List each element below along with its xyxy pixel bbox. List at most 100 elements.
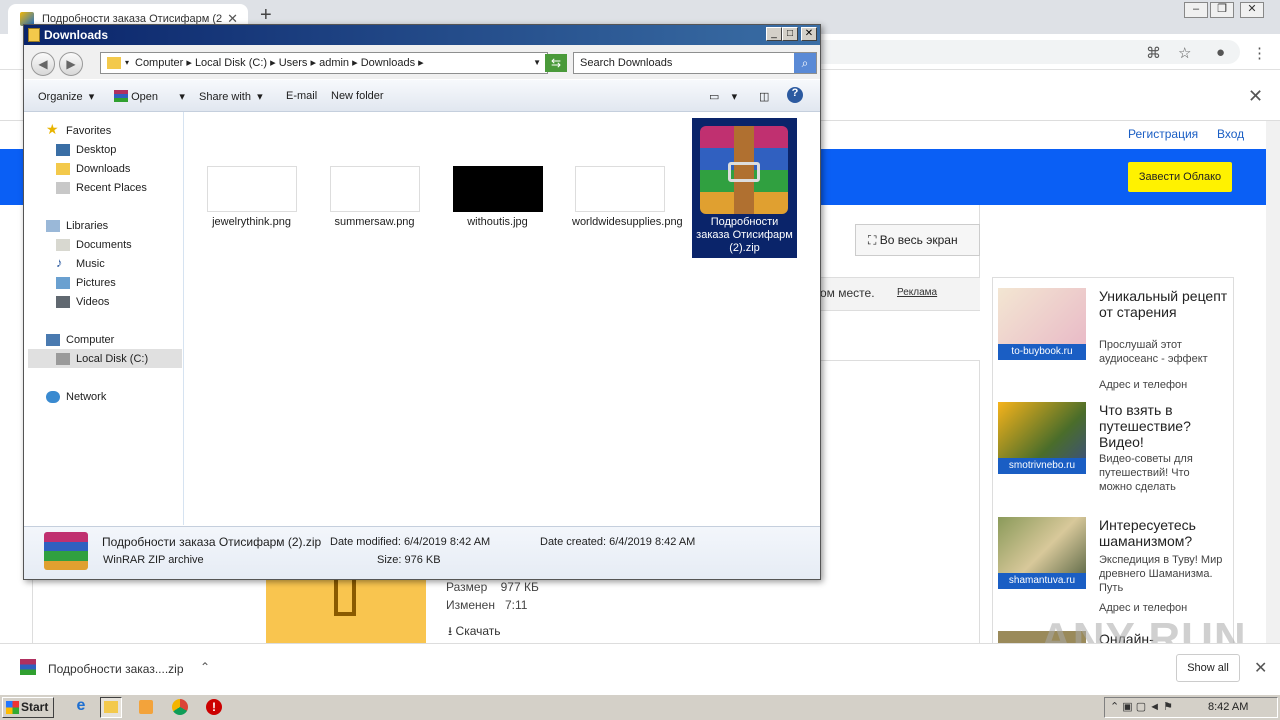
create-cloud-button[interactable]: Завести Облако	[1128, 162, 1232, 192]
refresh-icon[interactable]: ⇆	[545, 54, 567, 72]
view-options-icon[interactable]: ▭ ▾	[709, 90, 737, 103]
ad-description: Экспедиция в Туву! Мир древнего Шаманизм…	[1099, 554, 1223, 594]
close-button[interactable]: ✕	[1240, 2, 1264, 18]
network-icon	[46, 391, 60, 403]
address-breadcrumb[interactable]: ▾ Computer ▸ Local Disk (C:) ▸ Users ▸ a…	[100, 52, 548, 74]
crumb-localdisk[interactable]: Local Disk (C:)	[195, 57, 267, 69]
chevron-icon: ▾	[125, 58, 130, 67]
computer-icon	[46, 334, 60, 346]
ad-label-link[interactable]: Реклама	[897, 287, 937, 298]
ie-icon[interactable]: e	[70, 697, 92, 718]
nav-videos[interactable]: Videos	[76, 296, 109, 308]
infobar-close-icon[interactable]: ✕	[1248, 86, 1263, 107]
zip-file-icon	[266, 580, 426, 644]
modified-label: Изменен	[446, 598, 495, 612]
expand-icon: ⛶	[868, 233, 880, 247]
image-thumbnail	[329, 166, 420, 212]
chevron-up-icon[interactable]: ⌃	[200, 660, 210, 674]
search-placeholder: Search Downloads	[580, 57, 673, 69]
organize-menu[interactable]: Organize ▾	[38, 90, 94, 103]
file-name: withoutis.jpg	[467, 216, 528, 228]
nav-local-disk[interactable]: Local Disk (C:)	[76, 353, 148, 365]
file-item[interactable]: worldwidesupplies.png	[572, 166, 683, 229]
nav-downloads[interactable]: Downloads	[76, 163, 130, 175]
tray-icons[interactable]: ⌃ ▣ ▢ ◄ ⚑	[1110, 700, 1173, 713]
explorer-titlebar[interactable]: Downloads	[24, 25, 820, 45]
clock: 8:42 AM	[1208, 701, 1249, 713]
nav-music[interactable]: Music	[76, 258, 105, 270]
page-scrollbar[interactable]	[1266, 121, 1280, 643]
explorer-taskbar-button[interactable]	[100, 697, 122, 718]
explorer-close-button[interactable]: ✕	[801, 27, 817, 41]
shelf-close-icon[interactable]: ✕	[1254, 658, 1267, 678]
explorer-minimize-button[interactable]: _	[766, 27, 782, 41]
ad-source: shamantuva.ru	[998, 573, 1086, 589]
image-thumbnail	[575, 166, 665, 212]
explorer-maximize-button[interactable]: □	[782, 27, 798, 41]
ad-item[interactable]: shamantuva.ru Интересуетесь шаманизмом? …	[998, 517, 1228, 627]
ad-item[interactable]: smotrivnebo.ru Что взять в путешествие? …	[998, 402, 1228, 512]
profile-icon[interactable]: ●	[1216, 44, 1225, 61]
crumb-admin[interactable]: admin	[319, 57, 349, 69]
winrar-archive-icon	[700, 126, 788, 214]
download-link[interactable]: ⭳ Скачать	[448, 622, 501, 643]
disk-icon	[56, 353, 70, 365]
image-thumbnail	[452, 166, 543, 212]
open-menu[interactable]: Open ▾	[114, 90, 185, 103]
nav-network[interactable]: Network	[66, 391, 106, 403]
nav-recent-places[interactable]: Recent Places	[76, 182, 147, 194]
stop-icon[interactable]: !	[204, 697, 226, 718]
search-icon[interactable]: ⌕	[794, 53, 816, 73]
show-all-button[interactable]: Show all	[1176, 654, 1240, 682]
pictures-icon	[56, 277, 70, 289]
minimize-button[interactable]: –	[1184, 2, 1208, 18]
login-link[interactable]: Вход	[1217, 127, 1244, 141]
fullscreen-label: Во весь экран	[879, 233, 958, 247]
desktop-icon	[56, 144, 70, 156]
email-button[interactable]: E-mail	[286, 90, 317, 102]
nav-desktop[interactable]: Desktop	[76, 144, 116, 156]
download-shelf	[0, 643, 1280, 694]
chrome-icon[interactable]	[170, 697, 192, 718]
size-label: Размер	[446, 580, 488, 594]
fullscreen-button[interactable]: ⛶ Во весь экран	[855, 224, 980, 256]
file-item[interactable]: jewelrythink.png	[204, 166, 299, 229]
nav-libraries[interactable]: Libraries	[66, 220, 108, 232]
file-item[interactable]: withoutis.jpg	[450, 166, 545, 229]
help-icon[interactable]: ?	[787, 87, 803, 103]
bookmark-star-icon[interactable]: ☆	[1178, 44, 1191, 62]
crumb-computer[interactable]: Computer	[135, 57, 183, 69]
nav-pictures[interactable]: Pictures	[76, 277, 116, 289]
size-value: 977 КБ	[500, 580, 539, 594]
ad-contact: Адрес и телефон	[1099, 379, 1188, 391]
menu-icon[interactable]: ⋮	[1252, 44, 1267, 62]
translate-icon[interactable]: ⌘	[1146, 44, 1161, 62]
search-input[interactable]: Search Downloads ⌕	[573, 52, 817, 74]
file-size: Размер 977 КБ	[446, 580, 539, 594]
media-player-icon[interactable]	[136, 697, 158, 718]
ad-item[interactable]: to-buybook.ru Уникальный рецепт от старе…	[998, 288, 1228, 398]
nav-documents[interactable]: Documents	[76, 239, 132, 251]
start-button[interactable]: Start	[2, 697, 54, 718]
crumb-users[interactable]: Users	[279, 57, 308, 69]
winrar-archive-icon	[44, 532, 88, 570]
file-name: jewelrythink.png	[212, 216, 291, 228]
shelf-download-item[interactable]: Подробности заказ....zip	[48, 662, 184, 676]
crumb-downloads[interactable]: Downloads	[361, 57, 415, 69]
file-item[interactable]: summersaw.png	[327, 166, 422, 229]
register-link[interactable]: Регистрация	[1128, 127, 1198, 141]
address-dropdown-icon[interactable]: ▼	[533, 53, 541, 73]
maximize-button[interactable]: ❐	[1210, 2, 1234, 18]
share-with-menu[interactable]: Share with ▾	[199, 90, 263, 103]
forward-button[interactable]: ▶	[59, 52, 83, 76]
winrar-icon	[114, 90, 128, 102]
back-button[interactable]: ◀	[31, 52, 55, 76]
preview-pane-icon[interactable]: ◫	[759, 90, 769, 103]
new-folder-button[interactable]: New folder	[331, 90, 384, 102]
organize-label: Organize	[38, 91, 83, 103]
file-item-selected[interactable]: Подробности заказа Отисифарм (2).zip	[692, 118, 797, 258]
download-icon: ⭳	[448, 624, 456, 638]
nav-favorites[interactable]: Favorites	[66, 125, 111, 137]
nav-computer[interactable]: Computer	[66, 334, 114, 346]
open-label: Open	[131, 91, 158, 103]
